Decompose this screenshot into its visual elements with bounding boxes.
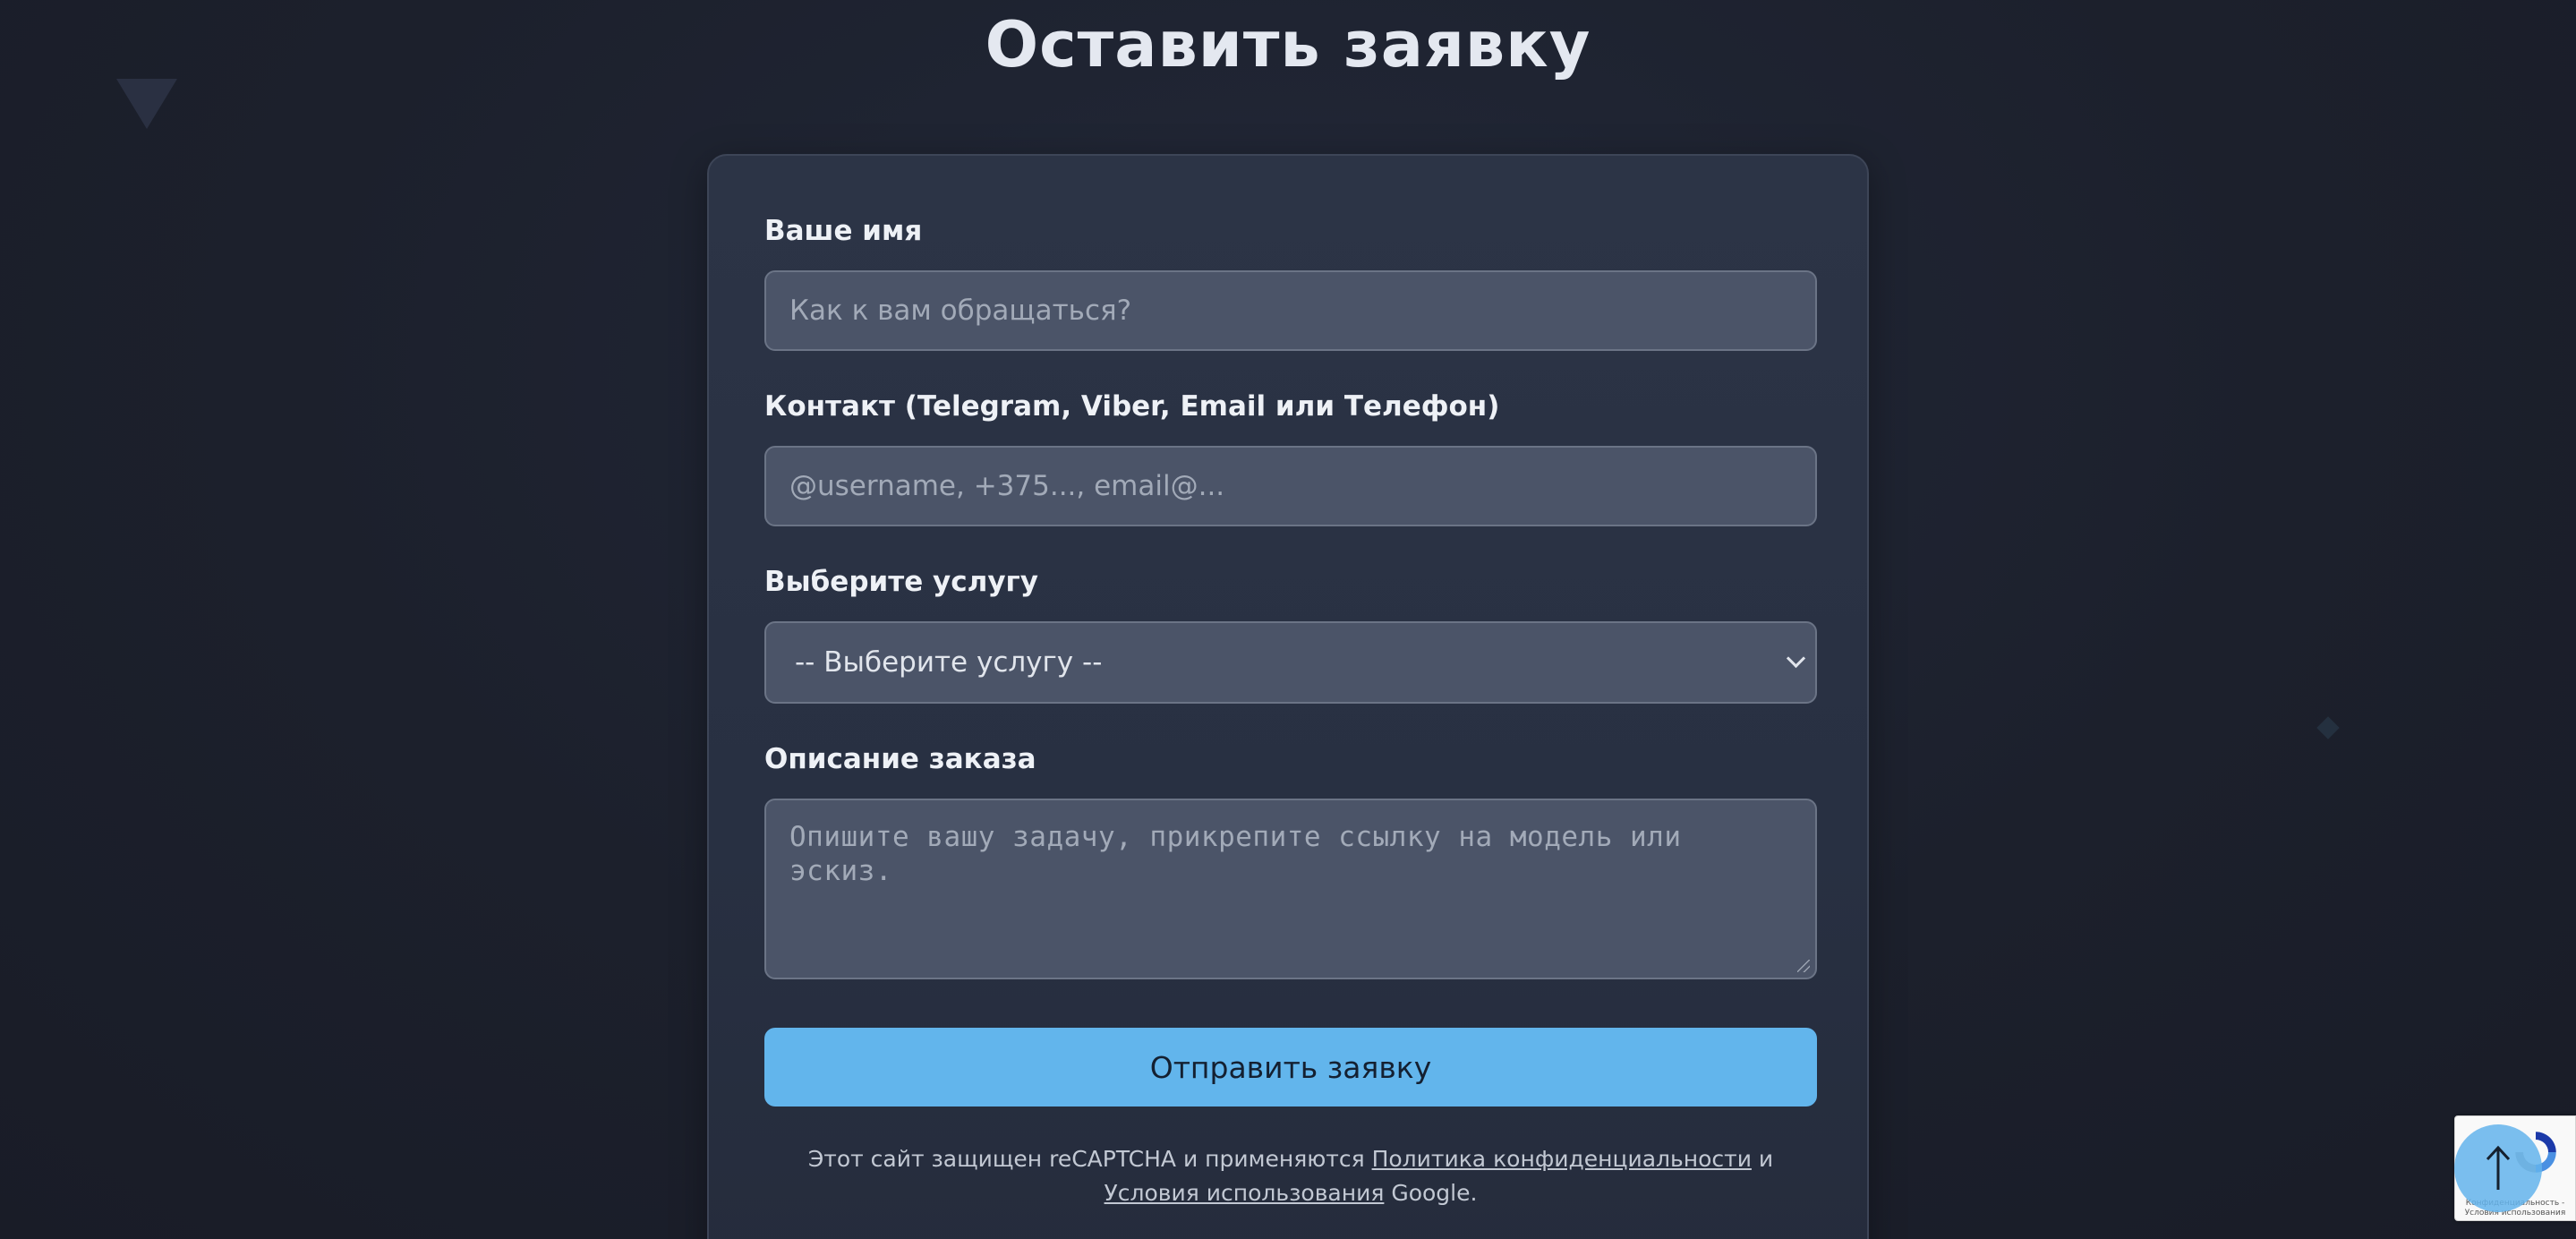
- terms-link[interactable]: Условия использования: [1105, 1180, 1385, 1206]
- submit-button-label: Отправить заявку: [1149, 1049, 1432, 1085]
- contact-input-placeholder: @username, +375..., email@...: [789, 470, 1225, 502]
- submit-button[interactable]: Отправить заявку: [764, 1028, 1817, 1107]
- arrow-up-icon: [2486, 1145, 2511, 1190]
- name-input[interactable]: Как к вам обращаться?: [764, 270, 1817, 351]
- decorative-diamond: [2316, 716, 2340, 739]
- name-label: Ваше имя: [764, 215, 923, 247]
- page-title: Оставить заявку: [985, 8, 1591, 81]
- description-textarea[interactable]: Опишите вашу задачу, прикрепите ссылку н…: [764, 799, 1817, 979]
- service-label: Выберите услугу: [764, 566, 1038, 598]
- recaptcha-notice-suffix: Google.: [1384, 1180, 1478, 1206]
- order-form-card: Ваше имя Как к вам обращаться? Контакт (…: [707, 154, 1869, 1239]
- resize-handle-icon[interactable]: [1797, 960, 1810, 972]
- description-label: Описание заказа: [764, 743, 1036, 775]
- contact-label: Контакт (Telegram, Viber, Email или Теле…: [764, 390, 1500, 423]
- scroll-to-top-button[interactable]: [2454, 1124, 2542, 1212]
- chevron-down-icon: [1786, 648, 1806, 668]
- privacy-policy-link[interactable]: Политика конфиденциальности: [1372, 1146, 1752, 1172]
- recaptcha-badge-line-2: Условия использования: [2464, 1209, 2566, 1218]
- name-input-placeholder: Как к вам обращаться?: [789, 295, 1132, 327]
- service-select[interactable]: -- Выберите услугу --: [764, 621, 1817, 704]
- recaptcha-notice: Этот сайт защищен reCAPTCHA и применяютс…: [764, 1142, 1817, 1210]
- service-select-value: -- Выберите услугу --: [795, 646, 1103, 679]
- recaptcha-notice-text: Этот сайт защищен reCAPTCHA и применяютс…: [807, 1146, 1372, 1172]
- description-textarea-placeholder: Опишите вашу задачу, прикрепите ссылку н…: [789, 821, 1699, 887]
- page: Оставить заявку Ваше имя Как к вам обращ…: [0, 0, 2576, 1239]
- contact-input[interactable]: @username, +375..., email@...: [764, 446, 1817, 526]
- recaptcha-notice-conjunction: и: [1751, 1146, 1774, 1172]
